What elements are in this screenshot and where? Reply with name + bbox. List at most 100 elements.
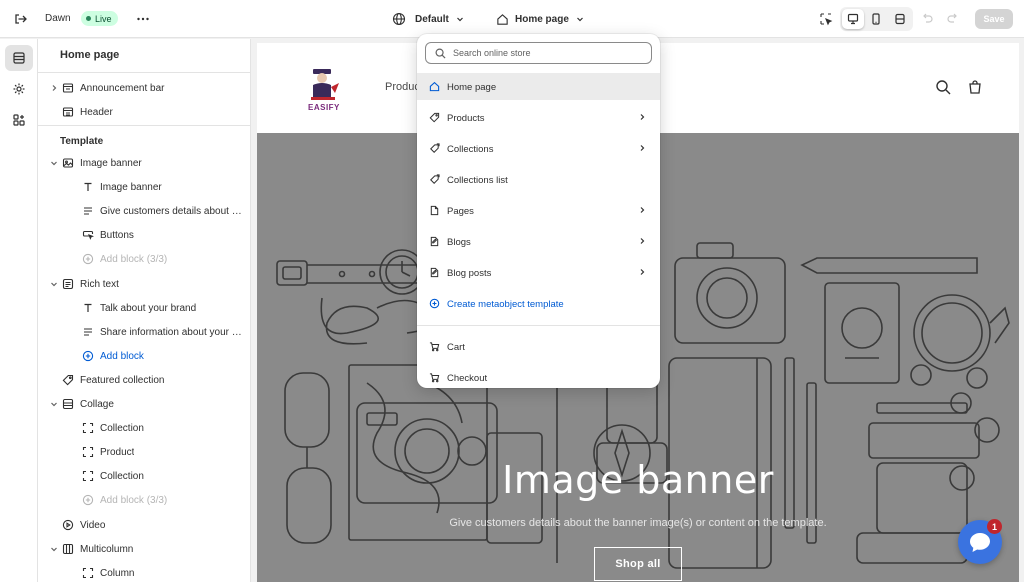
- menu-item-checkout[interactable]: Checkout: [417, 364, 660, 388]
- section-collage[interactable]: Collage: [38, 392, 250, 416]
- desktop-view-icon[interactable]: [842, 9, 865, 29]
- chevron-down-icon[interactable]: [49, 399, 59, 409]
- block-label: Product: [100, 447, 135, 458]
- announcement-bar-icon: [62, 82, 74, 94]
- status-badge-label: Live: [95, 13, 112, 24]
- cart-icon: [429, 372, 440, 383]
- search-icon[interactable]: [935, 79, 951, 95]
- chevron-right-icon: [637, 112, 647, 122]
- cart-icon[interactable]: [967, 79, 983, 95]
- section-label: Featured collection: [80, 375, 165, 386]
- menu-item-label: Collections: [447, 144, 494, 155]
- chevron-right-icon: [637, 267, 647, 277]
- block-heading[interactable]: Talk about your brand: [38, 296, 250, 320]
- shop-all-button[interactable]: Shop all: [594, 547, 682, 581]
- menu-item-products[interactable]: Products: [417, 104, 660, 131]
- collage-icon: [62, 398, 74, 410]
- left-rail: [0, 39, 38, 582]
- add-block-label: Add block (3/3): [100, 254, 168, 265]
- nav-item-products[interactable]: Produc: [385, 81, 420, 93]
- section-label: Collage: [80, 399, 114, 410]
- menu-item-create-metaobject-template[interactable]: Create metaobject template: [417, 290, 660, 317]
- page-selector-dropdown: Home page Products Collections Collectio…: [417, 34, 660, 388]
- image-banner-icon: [62, 157, 74, 169]
- status-badge: Live: [81, 11, 118, 26]
- more-actions-icon[interactable]: [135, 11, 151, 27]
- add-block-button[interactable]: Add block (3/3): [38, 488, 250, 512]
- add-block-button[interactable]: Add block (3/3): [38, 247, 250, 271]
- divider: [38, 125, 250, 126]
- block-label: Column: [100, 568, 135, 579]
- block-heading[interactable]: Image banner: [38, 175, 250, 199]
- section-featured-collection[interactable]: Featured collection: [38, 368, 250, 392]
- chat-bubble-icon: [968, 531, 992, 553]
- chevron-down-icon: [455, 14, 465, 24]
- sections-icon[interactable]: [5, 45, 33, 71]
- chevron-down-icon[interactable]: [49, 544, 59, 554]
- fullscreen-view-icon[interactable]: [889, 9, 911, 29]
- menu-item-pages[interactable]: Pages: [417, 197, 660, 224]
- chevron-right-icon[interactable]: [49, 83, 59, 93]
- menu-item-label: Home page: [447, 82, 497, 93]
- section-image-banner[interactable]: Image banner: [38, 151, 250, 175]
- page-selector[interactable]: Home page: [496, 10, 585, 28]
- chevron-down-icon[interactable]: [49, 158, 59, 168]
- section-announcement-bar[interactable]: Announcement bar: [38, 76, 250, 100]
- add-circle-icon: [82, 350, 94, 362]
- block-buttons[interactable]: Buttons: [38, 223, 250, 247]
- section-label: Video: [80, 520, 106, 531]
- menu-item-collections[interactable]: Collections: [417, 135, 660, 162]
- menu-item-label: Pages: [447, 206, 474, 217]
- app-embeds-icon[interactable]: [5, 107, 33, 133]
- add-circle-icon: [429, 298, 440, 309]
- section-label: Multicolumn: [80, 544, 134, 555]
- section-rich-text[interactable]: Rich text: [38, 272, 250, 296]
- block-text[interactable]: Give customers details about the banner …: [38, 199, 250, 223]
- menu-item-cart[interactable]: Cart: [417, 333, 660, 360]
- tag-icon: [429, 112, 440, 123]
- block-label: Collection: [100, 423, 144, 434]
- block-label: Share information about your brand with …: [100, 327, 242, 338]
- add-block-button[interactable]: Add block: [38, 344, 250, 368]
- menu-item-label: Blogs: [447, 237, 471, 248]
- block-collection[interactable]: Collection: [38, 464, 250, 488]
- search-input[interactable]: [453, 46, 643, 60]
- redo-icon[interactable]: [946, 11, 960, 25]
- undo-icon[interactable]: [920, 11, 934, 25]
- menu-item-home-page[interactable]: Home page: [417, 73, 660, 100]
- banner-heading: Image banner: [502, 458, 774, 502]
- template-selector[interactable]: Default: [392, 10, 465, 28]
- inspector-icon[interactable]: [818, 11, 834, 27]
- mobile-view-icon[interactable]: [865, 9, 887, 29]
- block-column[interactable]: Column: [38, 561, 250, 582]
- block-text[interactable]: Share information about your brand with …: [38, 320, 250, 344]
- section-video[interactable]: Video: [38, 513, 250, 537]
- menu-item-blogs[interactable]: Blogs: [417, 228, 660, 255]
- add-block-label: Add block (3/3): [100, 495, 168, 506]
- menu-item-label: Blog posts: [447, 268, 492, 279]
- section-label: Image banner: [80, 158, 142, 169]
- paragraph-icon: [82, 205, 94, 217]
- chevron-down-icon[interactable]: [49, 279, 59, 289]
- add-block-label: Add block: [100, 351, 144, 362]
- save-button[interactable]: Save: [975, 9, 1013, 29]
- menu-item-label: Products: [447, 113, 485, 124]
- banner-subtext: Give customers details about the banner …: [449, 517, 827, 529]
- paragraph-icon: [82, 326, 94, 338]
- block-product[interactable]: Product: [38, 440, 250, 464]
- section-multicolumn[interactable]: Multicolumn: [38, 537, 250, 561]
- theme-settings-icon[interactable]: [5, 76, 33, 102]
- block-collection[interactable]: Collection: [38, 416, 250, 440]
- menu-item-blog-posts[interactable]: Blog posts: [417, 259, 660, 286]
- search-field[interactable]: [425, 42, 652, 64]
- exit-icon[interactable]: [12, 11, 28, 27]
- template-group-label: Template: [60, 136, 104, 147]
- section-header[interactable]: Header: [38, 100, 250, 124]
- collection-icon: [429, 143, 440, 154]
- frame-icon: [82, 567, 94, 579]
- chat-unread-badge: 1: [987, 519, 1002, 534]
- section-label: Announcement bar: [80, 83, 165, 94]
- rich-text-icon: [62, 278, 74, 290]
- menu-item-collections-list[interactable]: Collections list: [417, 166, 660, 193]
- menu-item-label: Checkout: [447, 373, 488, 384]
